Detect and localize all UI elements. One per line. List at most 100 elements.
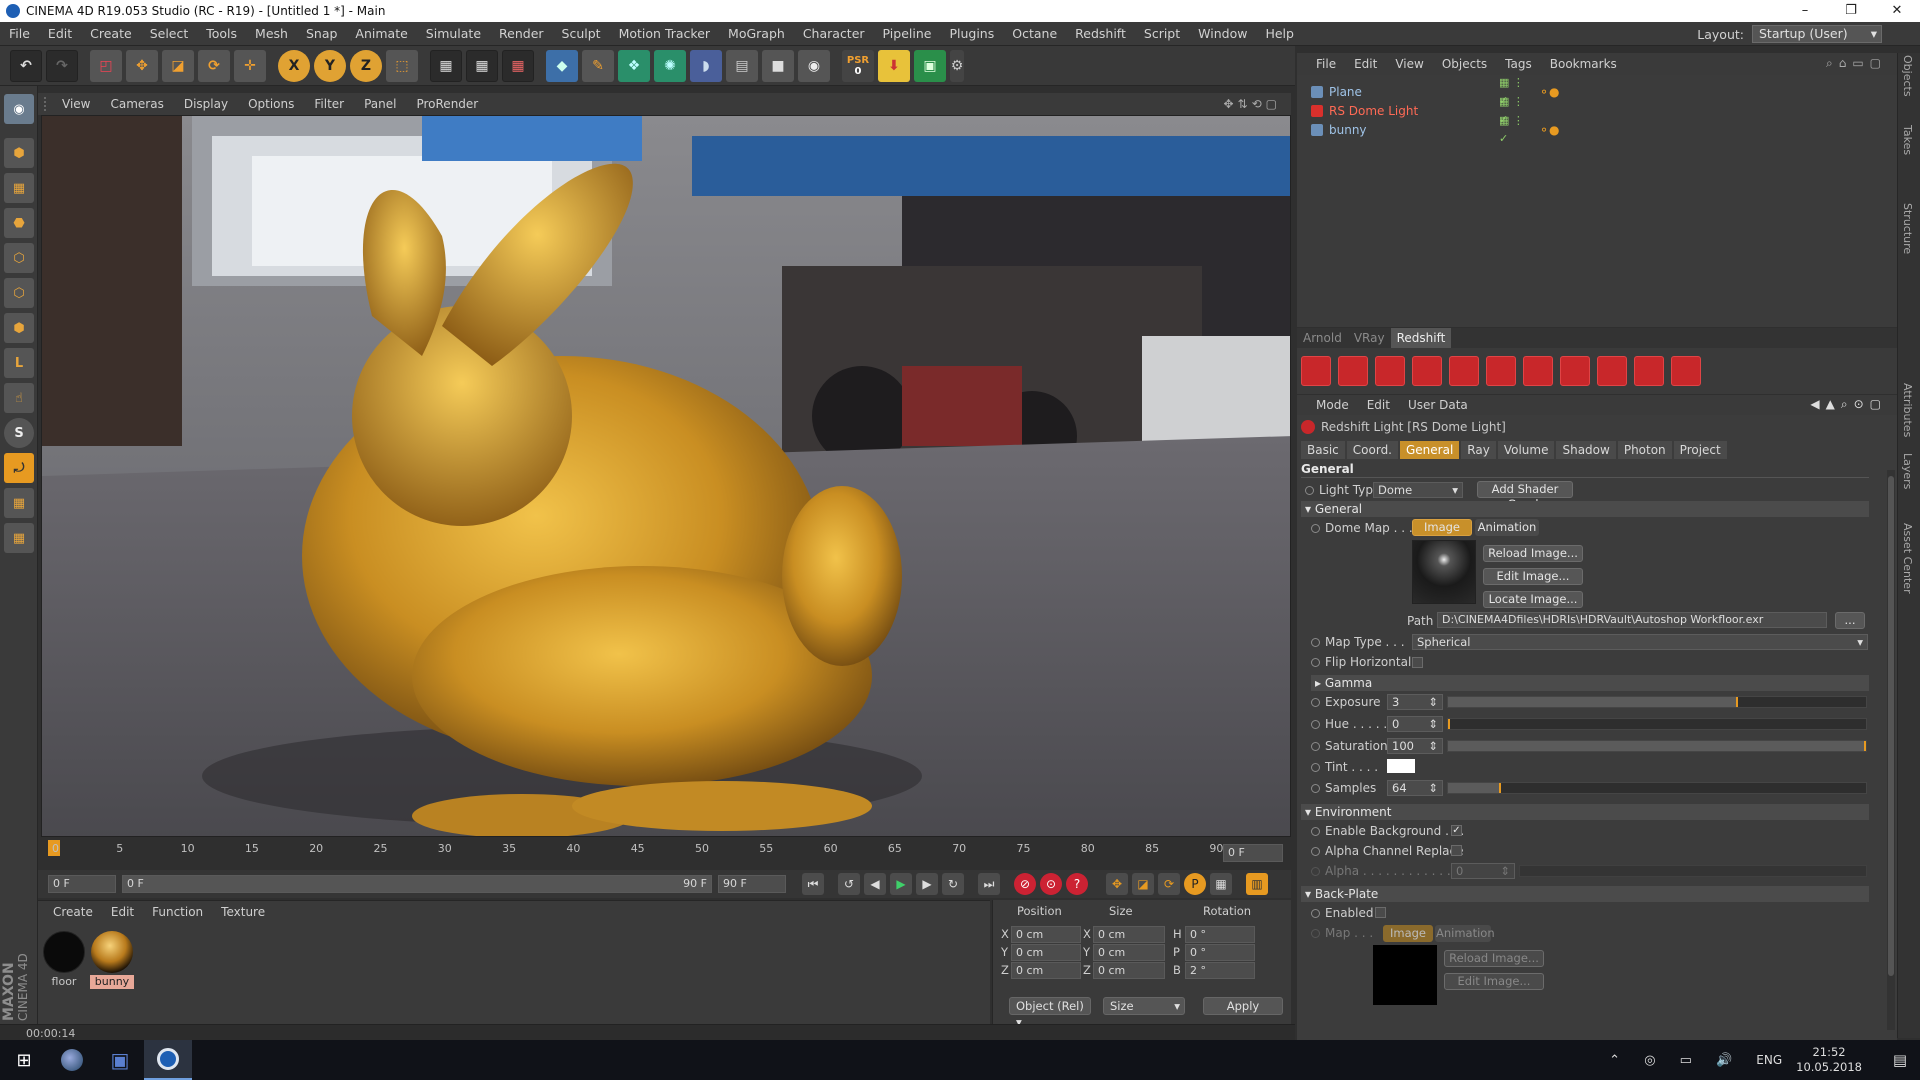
viewport-menu-filter[interactable]: Filter <box>304 93 354 115</box>
renderer-tab-vray[interactable]: VRay <box>1348 328 1391 348</box>
menu-render[interactable]: Render <box>490 22 553 46</box>
menu-motion-tracker[interactable]: Motion Tracker <box>610 22 719 46</box>
snap-icon[interactable]: ⬇ <box>878 49 910 82</box>
coordinate-system-icon[interactable]: ⬚ <box>386 49 418 82</box>
rs-render-view-icon[interactable] <box>1486 356 1516 386</box>
points-mode-icon[interactable]: ⬡ <box>4 243 34 273</box>
menu-window[interactable]: Window <box>1189 22 1256 46</box>
backplate-edit-button[interactable]: Edit Image... <box>1444 973 1544 990</box>
scale-tool-icon[interactable]: ◪ <box>162 49 194 82</box>
windows-start-icon[interactable]: ⊞ <box>0 1040 48 1080</box>
edit-image-button[interactable]: Edit Image... <box>1483 568 1583 585</box>
renderer-tab-redshift[interactable]: Redshift <box>1390 328 1452 348</box>
size-field[interactable]: 0 cm <box>1093 926 1165 943</box>
browser-icon[interactable] <box>48 1040 96 1080</box>
backplate-enabled-checkbox[interactable] <box>1375 907 1386 918</box>
attr-tab-project[interactable]: Project <box>1673 441 1727 459</box>
attr-tab-basic[interactable]: Basic <box>1301 441 1345 459</box>
render-settings-icon[interactable]: ▦ <box>502 49 534 82</box>
position-field[interactable]: 0 cm <box>1011 926 1081 943</box>
saturation-slider[interactable] <box>1447 740 1867 752</box>
hue-slider[interactable] <box>1447 718 1867 730</box>
menu-create[interactable]: Create <box>81 22 141 46</box>
alpha-field[interactable]: 0 ⇕ <box>1451 863 1515 879</box>
workplane-grid-icon[interactable]: ▦ <box>4 488 34 518</box>
viewport-menu-prorender[interactable]: ProRender <box>406 93 488 115</box>
general-subsection[interactable]: ▾ General <box>1301 501 1869 517</box>
menu-edit[interactable]: Edit <box>39 22 81 46</box>
menu-redshift[interactable]: Redshift <box>1066 22 1135 46</box>
add-shader-graph-button[interactable]: Add Shader Graph <box>1477 481 1573 511</box>
attribute-menu-user-data[interactable]: User Data <box>1399 395 1477 415</box>
tint-color-swatch[interactable] <box>1387 759 1415 773</box>
rs-sun-light-icon[interactable] <box>1412 356 1442 386</box>
backplate-animation-tab[interactable]: Animation <box>1435 925 1495 942</box>
start-frame-field[interactable]: 0 F <box>48 875 116 893</box>
menu-mograph[interactable]: MoGraph <box>719 22 794 46</box>
rs-camera-icon[interactable] <box>1375 356 1405 386</box>
object-row-bunny[interactable]: bunny ▦ ⋮ ✓ ⚬● <box>1311 114 1871 145</box>
viewport-menu-panel[interactable]: Panel <box>354 93 406 115</box>
parameter-key-icon[interactable]: P <box>1184 873 1206 895</box>
pen-spline-icon[interactable]: ✎ <box>582 49 614 82</box>
clock[interactable]: 21:52 10.05.2018 <box>1796 1045 1862 1075</box>
dome-map-thumbnail[interactable] <box>1412 540 1476 604</box>
viewport-menu-options[interactable]: Options <box>238 93 304 115</box>
rs-aov-icon[interactable] <box>1597 356 1627 386</box>
model-mode-icon[interactable]: ⬢ <box>4 138 34 168</box>
rs-ipr-icon[interactable] <box>1523 356 1553 386</box>
edges-mode-icon[interactable]: ⬡ <box>4 278 34 308</box>
save-app-icon[interactable]: ▣ <box>96 1040 144 1080</box>
make-editable-icon[interactable]: ◉ <box>4 94 34 124</box>
keyframe-selection-icon[interactable]: ? <box>1066 873 1088 895</box>
render-view-icon[interactable]: ▦ <box>430 49 462 82</box>
rotation-field[interactable]: 0 ° <box>1185 944 1255 961</box>
size-mode-dropdown[interactable]: Size ▾ <box>1103 997 1185 1015</box>
cloner-icon[interactable]: ✺ <box>654 49 686 82</box>
move-tool-icon[interactable]: ✥ <box>126 49 158 82</box>
close-button[interactable]: ✕ <box>1874 0 1920 22</box>
live-selection-icon[interactable]: ◰ <box>90 49 122 82</box>
render-picture-viewer-icon[interactable]: ▦ <box>466 49 498 82</box>
go-to-start-icon[interactable]: ⏮ <box>802 873 824 895</box>
side-tab-layers[interactable]: Layers <box>1901 453 1914 489</box>
side-tab-objects[interactable]: Objects <box>1901 55 1914 97</box>
range-slider[interactable]: 0 F 90 F <box>122 875 712 893</box>
side-tab-asset-center[interactable]: Asset Center <box>1901 523 1914 594</box>
renderer-tab-arnold[interactable]: Arnold <box>1297 328 1348 348</box>
exposure-field[interactable]: 3 ⇕ <box>1387 694 1443 710</box>
exposure-slider[interactable] <box>1447 696 1867 708</box>
animation-tab[interactable]: Animation <box>1475 519 1539 536</box>
object-menu-bookmarks[interactable]: Bookmarks <box>1541 53 1626 75</box>
path-browse-button[interactable]: ... <box>1835 612 1865 629</box>
deformer-icon[interactable]: ◗ <box>690 49 722 82</box>
magnet-icon[interactable]: ⤾ <box>4 453 34 483</box>
side-tab-takes[interactable]: Takes <box>1901 125 1914 155</box>
menu-script[interactable]: Script <box>1135 22 1189 46</box>
gamma-subsection[interactable]: ▸ Gamma <box>1311 675 1869 691</box>
polygons-mode-icon[interactable]: ⬢ <box>4 313 34 343</box>
redo-button[interactable]: ↷ <box>46 49 78 82</box>
auto-key-icon[interactable]: ⊙ <box>1040 873 1062 895</box>
rotation-field[interactable]: 2 ° <box>1185 962 1255 979</box>
menu-simulate[interactable]: Simulate <box>417 22 490 46</box>
menu-character[interactable]: Character <box>794 22 874 46</box>
backplate-image-tab[interactable]: Image <box>1383 925 1433 942</box>
axis-mode-icon[interactable]: L <box>4 348 34 378</box>
attr-tab-ray[interactable]: Ray <box>1461 441 1496 459</box>
saturation-field[interactable]: 100 ⇕ <box>1387 738 1443 754</box>
attribute-menu-edit[interactable]: Edit <box>1358 395 1399 415</box>
rs-volume-icon[interactable] <box>1671 356 1701 386</box>
enable-background-checkbox[interactable]: ✓ <box>1451 825 1462 836</box>
next-frame-icon[interactable]: ▶ <box>916 873 938 895</box>
environment-subsection[interactable]: ▾ Environment <box>1301 804 1869 820</box>
rs-material-icon[interactable] <box>1560 356 1590 386</box>
3d-viewport[interactable] <box>41 115 1291 837</box>
hue-field[interactable]: 0 ⇕ <box>1387 716 1443 732</box>
menu-select[interactable]: Select <box>141 22 198 46</box>
tray-icons[interactable]: ⌃ ◎ ▭ 🔊 <box>1609 1053 1742 1068</box>
position-key-icon[interactable]: ✥ <box>1106 873 1128 895</box>
attr-tab-coord[interactable]: Coord. <box>1346 441 1398 459</box>
menu-tools[interactable]: Tools <box>197 22 246 46</box>
attr-tab-volume[interactable]: Volume <box>1497 441 1555 459</box>
